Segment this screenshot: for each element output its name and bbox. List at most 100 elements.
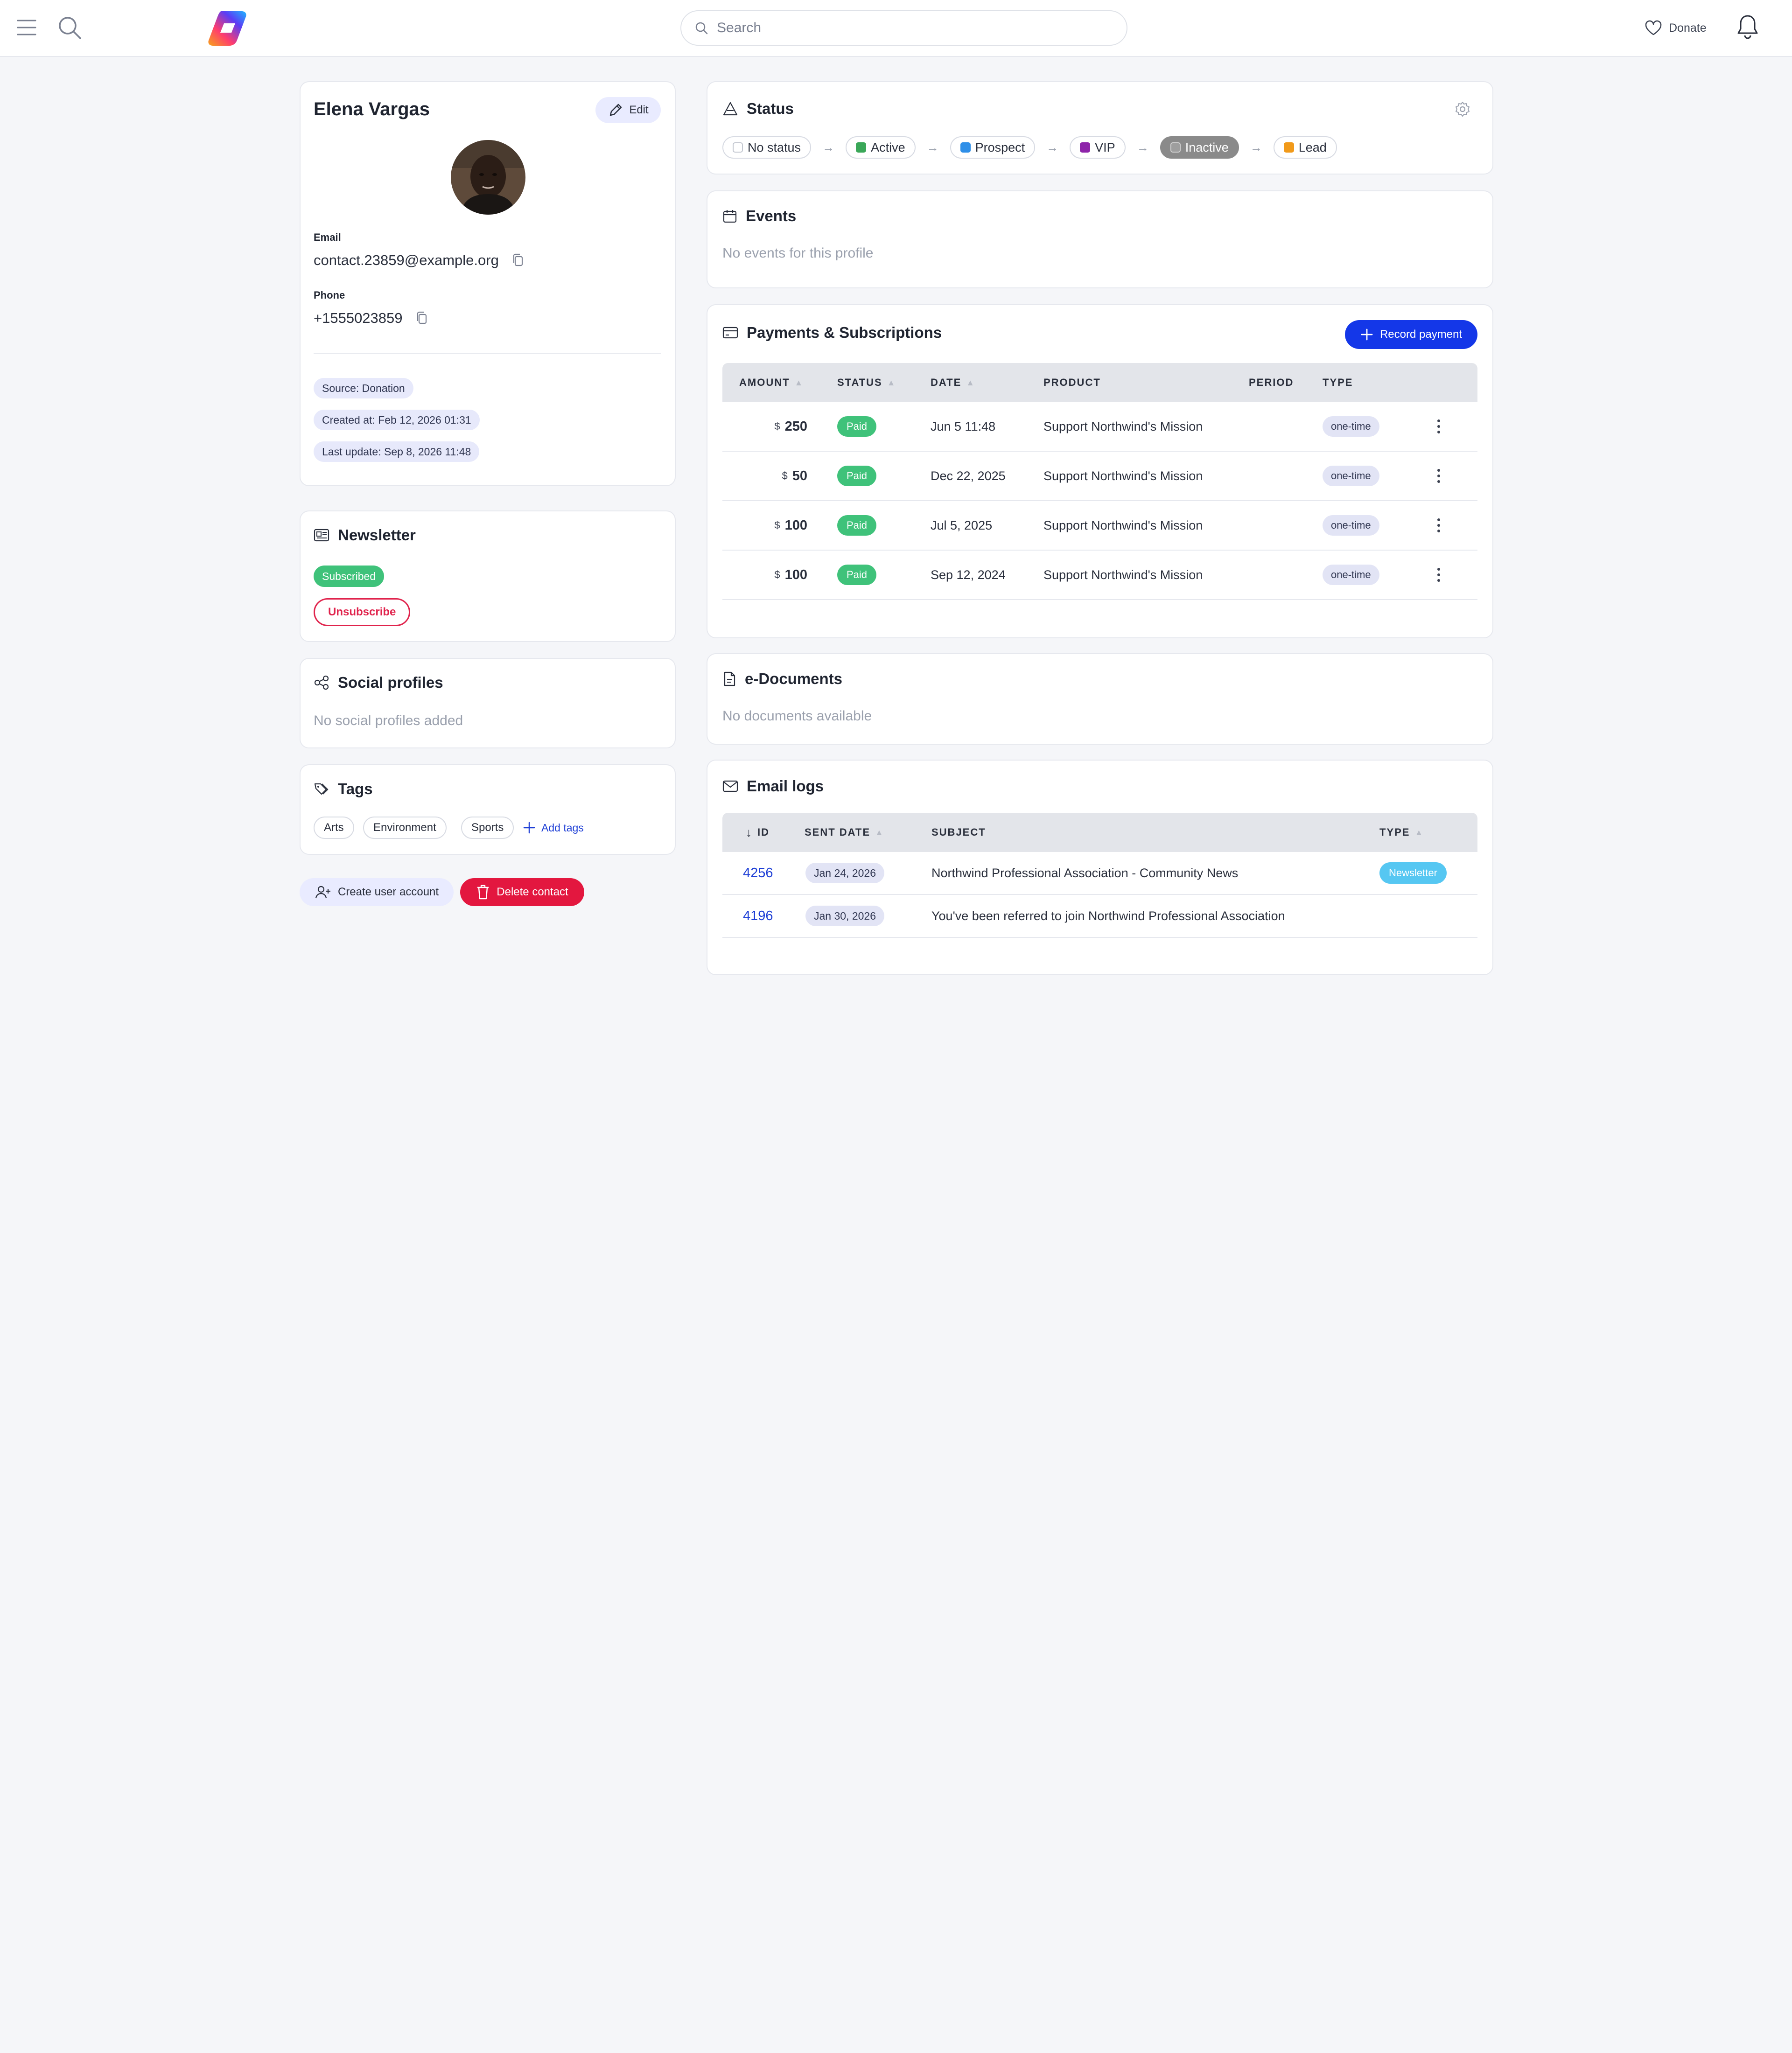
donate-button[interactable]: Donate — [1645, 16, 1707, 40]
status-option-active[interactable]: Active — [846, 136, 916, 159]
search-icon[interactable] — [57, 15, 82, 40]
table-row: 4256 Jan 24, 2026 Northwind Professional… — [722, 852, 1477, 895]
more-options-icon[interactable] — [1436, 551, 1441, 599]
column-label: TYPE — [1323, 377, 1353, 388]
newsletter-title: Newsletter — [338, 526, 416, 544]
more-options-icon[interactable] — [1436, 452, 1441, 500]
user-plus-icon — [315, 885, 331, 900]
product-cell: Support Northwind's Mission — [1043, 419, 1203, 433]
amount-cell: $100 — [722, 551, 807, 599]
mail-icon — [722, 780, 738, 793]
status-swatch — [1170, 142, 1181, 153]
social-title-row: Social profiles — [314, 674, 443, 691]
column-header-status[interactable]: STATUS ▲ — [837, 363, 896, 402]
unsubscribe-button[interactable]: Unsubscribe — [314, 598, 411, 626]
status-swatch — [960, 142, 971, 153]
column-header-id[interactable]: ↓ ID — [746, 813, 770, 852]
bell-icon[interactable] — [1736, 14, 1759, 40]
arrow-right-icon: → — [822, 140, 835, 154]
subject-cell: Northwind Professional Association - Com… — [931, 866, 1239, 880]
column-label: DATE — [931, 377, 962, 388]
subscribed-badge: Subscribed — [314, 566, 385, 587]
type-badge: one-time — [1323, 515, 1379, 536]
status-option-no-status[interactable]: No status — [722, 136, 812, 159]
status-option-lead[interactable]: Lead — [1273, 136, 1337, 159]
record-payment-button[interactable]: Record payment — [1345, 320, 1477, 349]
menu-icon[interactable] — [16, 17, 37, 38]
table-row: $100 Paid Sep 12, 2024 Support Northwind… — [722, 551, 1477, 600]
type-badge: one-time — [1323, 565, 1379, 585]
email-field: contact.23859@example.org — [314, 252, 525, 269]
edit-label: Edit — [629, 104, 649, 116]
column-label: STATUS — [837, 377, 882, 388]
sort-icon: ▲ — [887, 377, 896, 387]
tags-title: Tags — [338, 780, 373, 797]
type-cell: Newsletter — [1379, 852, 1447, 894]
table-row: $250 Paid Jun 5 11:48 Support Northwind'… — [722, 402, 1477, 452]
column-header-date[interactable]: DATE ▲ — [931, 363, 975, 402]
tag-chip[interactable]: Arts — [314, 817, 354, 839]
status-swatch — [856, 142, 867, 153]
search-input[interactable] — [717, 20, 1090, 36]
amount-value: 50 — [792, 468, 807, 483]
copy-icon[interactable] — [511, 253, 525, 268]
column-header-amount[interactable]: AMOUNT ▲ — [739, 363, 804, 402]
paid-badge: Paid — [837, 466, 877, 486]
column-header-type[interactable]: TYPE ▲ — [1379, 813, 1424, 852]
date-badge: Jan 24, 2026 — [805, 863, 885, 883]
email-logs-title: Email logs — [747, 777, 824, 795]
social-empty-text: No social profiles added — [314, 713, 463, 728]
source-badge: Source: Donation — [314, 378, 413, 398]
newspaper-icon — [314, 528, 329, 542]
add-tags-label: Add tags — [541, 821, 584, 834]
table-row: $100 Paid Jul 5, 2025 Support Northwind'… — [722, 501, 1477, 551]
email-id-link[interactable]: 4196 — [743, 908, 773, 924]
more-options-icon[interactable] — [1436, 501, 1441, 550]
delete-contact-button[interactable]: Delete contact — [460, 878, 584, 906]
status-swatch — [1283, 142, 1294, 153]
email-logs-table-header: ↓ ID SENT DATE ▲ SUBJECT TYPE ▲ — [722, 813, 1477, 852]
amount-cell: $250 — [722, 402, 807, 451]
status-option-inactive[interactable]: Inactive — [1160, 136, 1239, 159]
currency: $ — [782, 470, 788, 482]
table-row: 4196 Jan 30, 2026 You've been referred t… — [722, 895, 1477, 938]
more-options-icon[interactable] — [1436, 402, 1441, 451]
calendar-icon — [722, 209, 737, 223]
search-icon — [694, 21, 708, 35]
tag-chip[interactable]: Sports — [461, 817, 514, 839]
column-label: PRODUCT — [1043, 377, 1101, 388]
sort-icon: ▲ — [1414, 827, 1424, 837]
status-cell: Paid — [837, 501, 877, 550]
email-id-link[interactable]: 4256 — [743, 866, 773, 881]
events-title: Events — [746, 207, 797, 224]
tag-chip[interactable]: Environment — [363, 817, 447, 839]
create-user-account-button[interactable]: Create user account — [300, 878, 454, 906]
product-cell: Support Northwind's Mission — [1043, 567, 1203, 582]
add-tags-button[interactable]: Add tags — [523, 818, 584, 837]
search-bar[interactable] — [680, 10, 1127, 46]
delete-contact-label: Delete contact — [497, 886, 568, 898]
copy-icon[interactable] — [415, 311, 429, 326]
type-badge: one-time — [1323, 416, 1379, 437]
column-label: AMOUNT — [739, 377, 790, 388]
donate-label: Donate — [1669, 21, 1707, 35]
paid-badge: Paid — [837, 515, 877, 536]
gear-icon[interactable] — [1454, 101, 1471, 118]
amount-value: 100 — [784, 567, 807, 582]
status-option-vip[interactable]: VIP — [1070, 136, 1126, 159]
type-cell: one-time — [1323, 452, 1379, 500]
phone-label: Phone — [314, 289, 345, 301]
events-title-row: Events — [722, 207, 796, 225]
sent-date-cell: Jan 24, 2026 — [805, 852, 885, 894]
status-title-row: Status — [722, 100, 794, 118]
avatar — [451, 140, 525, 215]
payments-title-row: Payments & Subscriptions — [722, 324, 942, 342]
status-option-prospect[interactable]: Prospect — [950, 136, 1036, 159]
edit-button[interactable]: Edit — [595, 97, 661, 123]
column-header-sent-date[interactable]: SENT DATE ▲ — [805, 813, 884, 852]
share-icon — [314, 675, 329, 690]
status-cell: Paid — [837, 402, 877, 451]
status-label: No status — [748, 140, 801, 154]
app-logo[interactable] — [207, 9, 248, 48]
status-cell: Paid — [837, 452, 877, 500]
